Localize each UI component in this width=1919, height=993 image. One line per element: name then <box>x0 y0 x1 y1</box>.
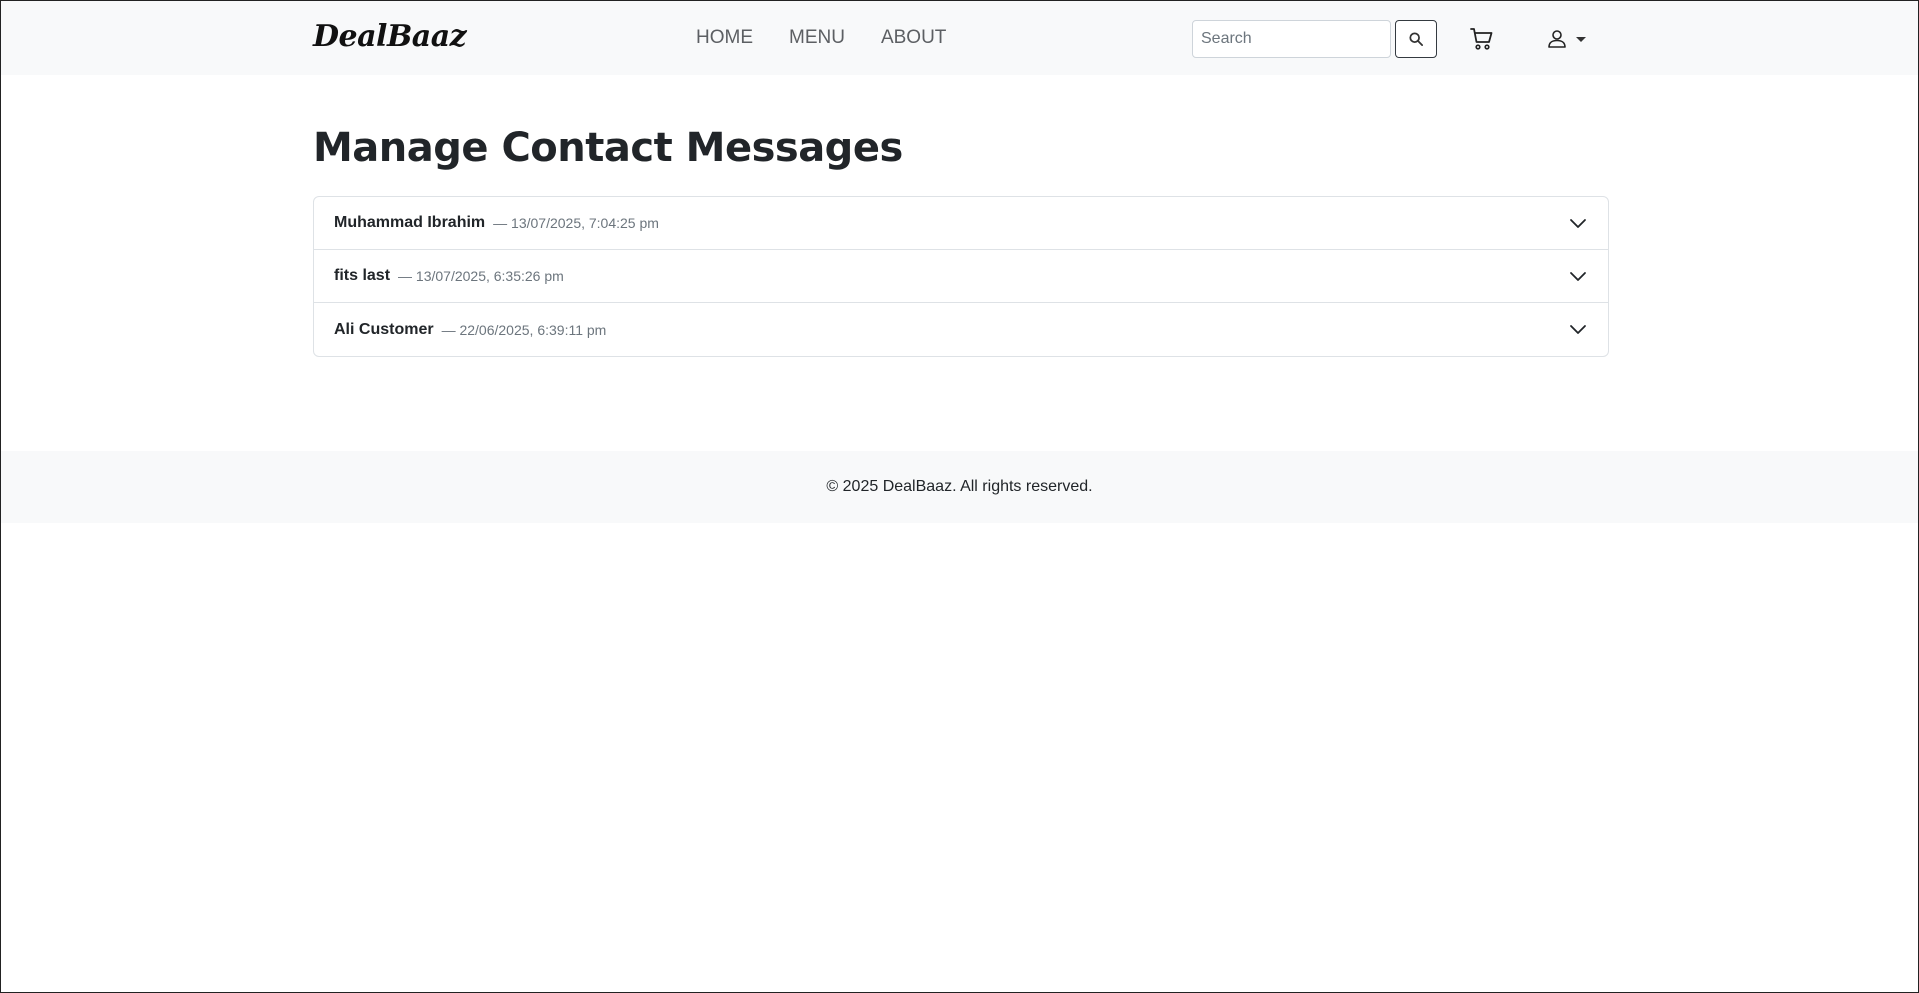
nav-link-menu[interactable]: MENU <box>789 27 845 49</box>
search-icon <box>1409 32 1423 46</box>
cart-icon <box>1470 28 1493 50</box>
chevron-down-icon <box>1570 325 1586 334</box>
message-sender: fits last <box>334 267 391 284</box>
search-button[interactable] <box>1395 20 1437 58</box>
message-date: — 22/06/2025, 6:39:11 pm <box>441 321 607 338</box>
footer: © 2025 DealBaaz. All rights reserved. <box>1 451 1918 523</box>
user-icon <box>1548 30 1566 48</box>
brand-logo[interactable]: DealBaaz <box>313 19 467 54</box>
caret-down-icon <box>1576 36 1586 42</box>
page: DealBaaz HOME MENU ABOUT Search Manage C… <box>0 0 1919 993</box>
message-date: — 13/07/2025, 6:35:26 pm <box>398 268 564 284</box>
chevron-down-icon <box>1570 272 1586 281</box>
nav-links: HOME MENU ABOUT <box>696 27 946 49</box>
user-menu-toggle[interactable] <box>1546 27 1586 51</box>
nav-link-about[interactable]: ABOUT <box>881 27 946 49</box>
page-title: Manage Contact Messages <box>313 125 903 171</box>
cart-button[interactable] <box>1468 25 1496 53</box>
footer-copyright: © 2025 DealBaaz. All rights reserved. <box>826 478 1093 495</box>
message-date: — 13/07/2025, 7:04:25 pm <box>493 215 659 231</box>
nav-link-home[interactable]: HOME <box>696 27 753 49</box>
message-item[interactable]: fits last — 13/07/2025, 6:35:26 pm <box>314 250 1608 303</box>
message-sender: Muhammad Ibrahim <box>334 214 486 231</box>
search-input[interactable] <box>1192 20 1391 58</box>
messages-accordion: Muhammad Ibrahim — 13/07/2025, 7:04:25 p… <box>313 196 1609 357</box>
message-item[interactable]: Muhammad Ibrahim — 13/07/2025, 7:04:25 p… <box>314 197 1608 250</box>
message-item[interactable]: Ali Customer — 22/06/2025, 6:39:11 pm <box>314 303 1608 356</box>
navbar: DealBaaz HOME MENU ABOUT <box>1 1 1918 75</box>
message-sender: Ali Customer <box>334 320 434 338</box>
chevron-down-icon <box>1570 219 1586 228</box>
